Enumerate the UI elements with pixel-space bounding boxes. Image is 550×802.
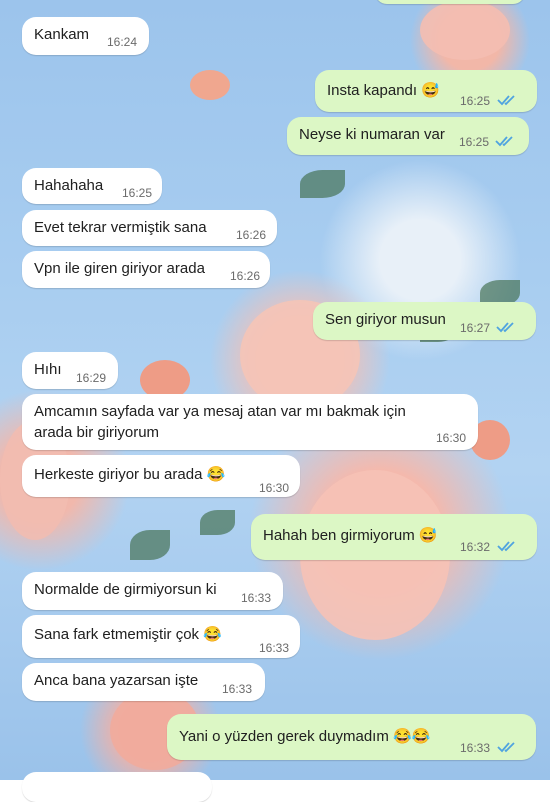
message-text: Yani o yüzden gerek duymadım: [179, 728, 389, 745]
message-bubble-incoming[interactable]: Normalde de girmiyorsun ki 16:33: [22, 572, 283, 610]
message-text: Anca bana yazarsan işte: [34, 672, 199, 689]
wallpaper-blossom: [420, 0, 510, 60]
message-text: Hahahaha: [34, 177, 104, 194]
message-bubble-outgoing[interactable]: Neyse ki numaran var 16:25: [287, 117, 529, 155]
double-check-icon: [497, 742, 515, 753]
double-check-icon: [497, 95, 515, 106]
message-time: 16:29: [76, 371, 107, 385]
message-text: Hahah ben girmiyorum: [263, 527, 415, 544]
message-bubble-incoming[interactable]: Anca bana yazarsan işte 16:33: [22, 663, 265, 701]
double-check-icon: [497, 541, 515, 552]
message-bubble-incoming[interactable]: Amcamın sayfada var ya mesaj atan var mı…: [22, 394, 478, 450]
message-time: 16:33: [222, 682, 253, 696]
wallpaper-leaf: [200, 510, 235, 535]
message-bubble-incoming[interactable]: Hahahaha 16:25: [22, 168, 162, 204]
message-time: 16:26: [236, 228, 267, 242]
message-text: Vpn ile giren giriyor arada: [34, 260, 205, 277]
message-bubble-partial: [375, 0, 525, 4]
wallpaper-leaf: [130, 530, 170, 560]
message-text: Kankam: [34, 26, 90, 43]
message-text: Neyse ki numaran var: [299, 126, 445, 143]
message-text-wrap: Sana fark etmemiştir çok 😂: [34, 625, 222, 643]
message-bubble-outgoing[interactable]: Insta kapandı 😅 16:25: [315, 70, 537, 112]
wallpaper-leaf: [300, 170, 345, 198]
message-time: 16:33: [460, 741, 491, 755]
double-check-icon: [495, 136, 513, 147]
tears-of-joy-emoji-icon: 😂: [206, 466, 226, 483]
message-text: Insta kapandı: [327, 82, 418, 99]
message-text-wrap: Yani o yüzden gerek duymadım 😂😂: [179, 727, 430, 745]
message-time: 16:33: [259, 641, 290, 655]
message-time: 16:30: [259, 481, 290, 495]
message-text: Hıhı: [34, 361, 62, 378]
message-bubble-incoming[interactable]: Sana fark etmemiştir çok 😂 16:33: [22, 615, 300, 658]
message-time: 16:24: [107, 35, 138, 49]
message-time: 16:25: [122, 186, 153, 200]
message-text: Evet tekrar vermiştik sana: [34, 219, 207, 236]
tears-of-joy-emoji-icon: 😂😂: [393, 728, 431, 745]
message-text: Herkeste giriyor bu arada: [34, 466, 203, 483]
message-text: Normalde de girmiyorsun ki: [34, 581, 217, 598]
message-text: Amcamın sayfada var ya mesaj atan var mı…: [34, 403, 406, 441]
message-bubble-outgoing[interactable]: Yani o yüzden gerek duymadım 😂😂 16:33: [167, 714, 536, 760]
message-text: Sen giriyor musun: [325, 311, 446, 328]
message-bubble-incoming[interactable]: Vpn ile giren giriyor arada 16:26: [22, 251, 270, 288]
message-bubble-incoming[interactable]: Evet tekrar vermiştik sana 16:26: [22, 210, 277, 246]
double-check-icon: [496, 322, 514, 333]
message-time: 16:25: [459, 135, 490, 149]
sweat-smile-emoji-icon: 😅: [418, 527, 438, 544]
message-bubble-partial: [22, 772, 212, 802]
message-bubble-outgoing[interactable]: Hahah ben girmiyorum 😅 16:32: [251, 514, 537, 560]
message-bubble-incoming[interactable]: Herkeste giriyor bu arada 😂 16:30: [22, 455, 300, 497]
message-time: 16:30: [436, 431, 467, 445]
message-bubble-outgoing[interactable]: Sen giriyor musun 16:27: [313, 302, 536, 340]
message-time: 16:32: [460, 540, 491, 554]
sweat-smile-emoji-icon: 😅: [421, 82, 440, 99]
tears-of-joy-emoji-icon: 😂: [203, 626, 222, 643]
message-bubble-incoming[interactable]: Hıhı 16:29: [22, 352, 118, 389]
message-bubble-incoming[interactable]: Kankam 16:24: [22, 17, 149, 55]
message-text-wrap: Insta kapandı 😅: [327, 81, 440, 99]
message-text: Sana fark etmemiştir çok: [34, 626, 200, 643]
message-time: 16:33: [241, 591, 272, 605]
message-text-wrap: Hahah ben girmiyorum 😅: [263, 526, 438, 544]
message-time: 16:27: [460, 321, 491, 335]
message-text-wrap: Herkeste giriyor bu arada 😂: [34, 465, 225, 483]
wallpaper-blossom: [190, 70, 230, 100]
message-time: 16:26: [230, 269, 261, 283]
message-time: 16:25: [460, 94, 491, 108]
